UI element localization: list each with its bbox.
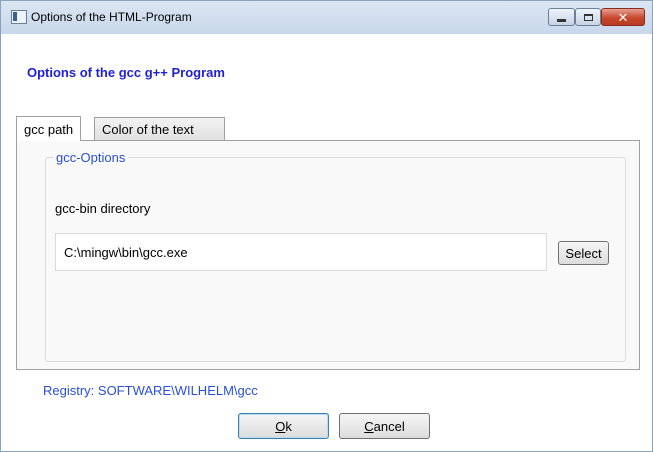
cancel-label-rest: ancel <box>373 418 405 434</box>
app-window-icon <box>11 10 27 24</box>
close-icon: ✕ <box>617 9 629 25</box>
title-bar[interactable]: Options of the HTML-Program ✕ <box>1 1 652 34</box>
gcc-path-input[interactable]: C:\mingw\bin\gcc.exe <box>55 233 547 271</box>
select-button[interactable]: Select <box>558 241 609 265</box>
tab-color-of-text[interactable]: Color of the text <box>94 117 225 140</box>
close-button[interactable]: ✕ <box>601 8 645 26</box>
cancel-mnemonic: C <box>364 418 374 434</box>
options-dialog: Options of the HTML-Program ✕ Options of… <box>0 0 653 452</box>
registry-path-label: Registry: SOFTWARE\WILHELM\gcc <box>43 383 258 398</box>
gcc-bin-directory-label: gcc-bin directory <box>55 201 151 216</box>
tab-gcc-path[interactable]: gcc path <box>16 116 82 141</box>
cancel-button[interactable]: Cancel <box>339 413 430 439</box>
groupbox-title: gcc-Options <box>53 150 129 165</box>
dialog-heading: Options of the gcc g++ Program <box>27 65 225 80</box>
minimize-icon <box>557 18 566 22</box>
window-title: Options of the HTML-Program <box>31 10 192 24</box>
minimize-button[interactable] <box>548 8 575 26</box>
maximize-button[interactable] <box>575 8 601 26</box>
tab-panel: gcc-Options gcc-bin directory C:\mingw\b… <box>16 140 640 370</box>
ok-label-rest: k <box>285 418 292 434</box>
ok-mnemonic: O <box>275 418 286 434</box>
gcc-path-value: C:\mingw\bin\gcc.exe <box>64 244 188 260</box>
maximize-icon <box>583 13 593 21</box>
ok-button[interactable]: Ok <box>238 413 329 439</box>
